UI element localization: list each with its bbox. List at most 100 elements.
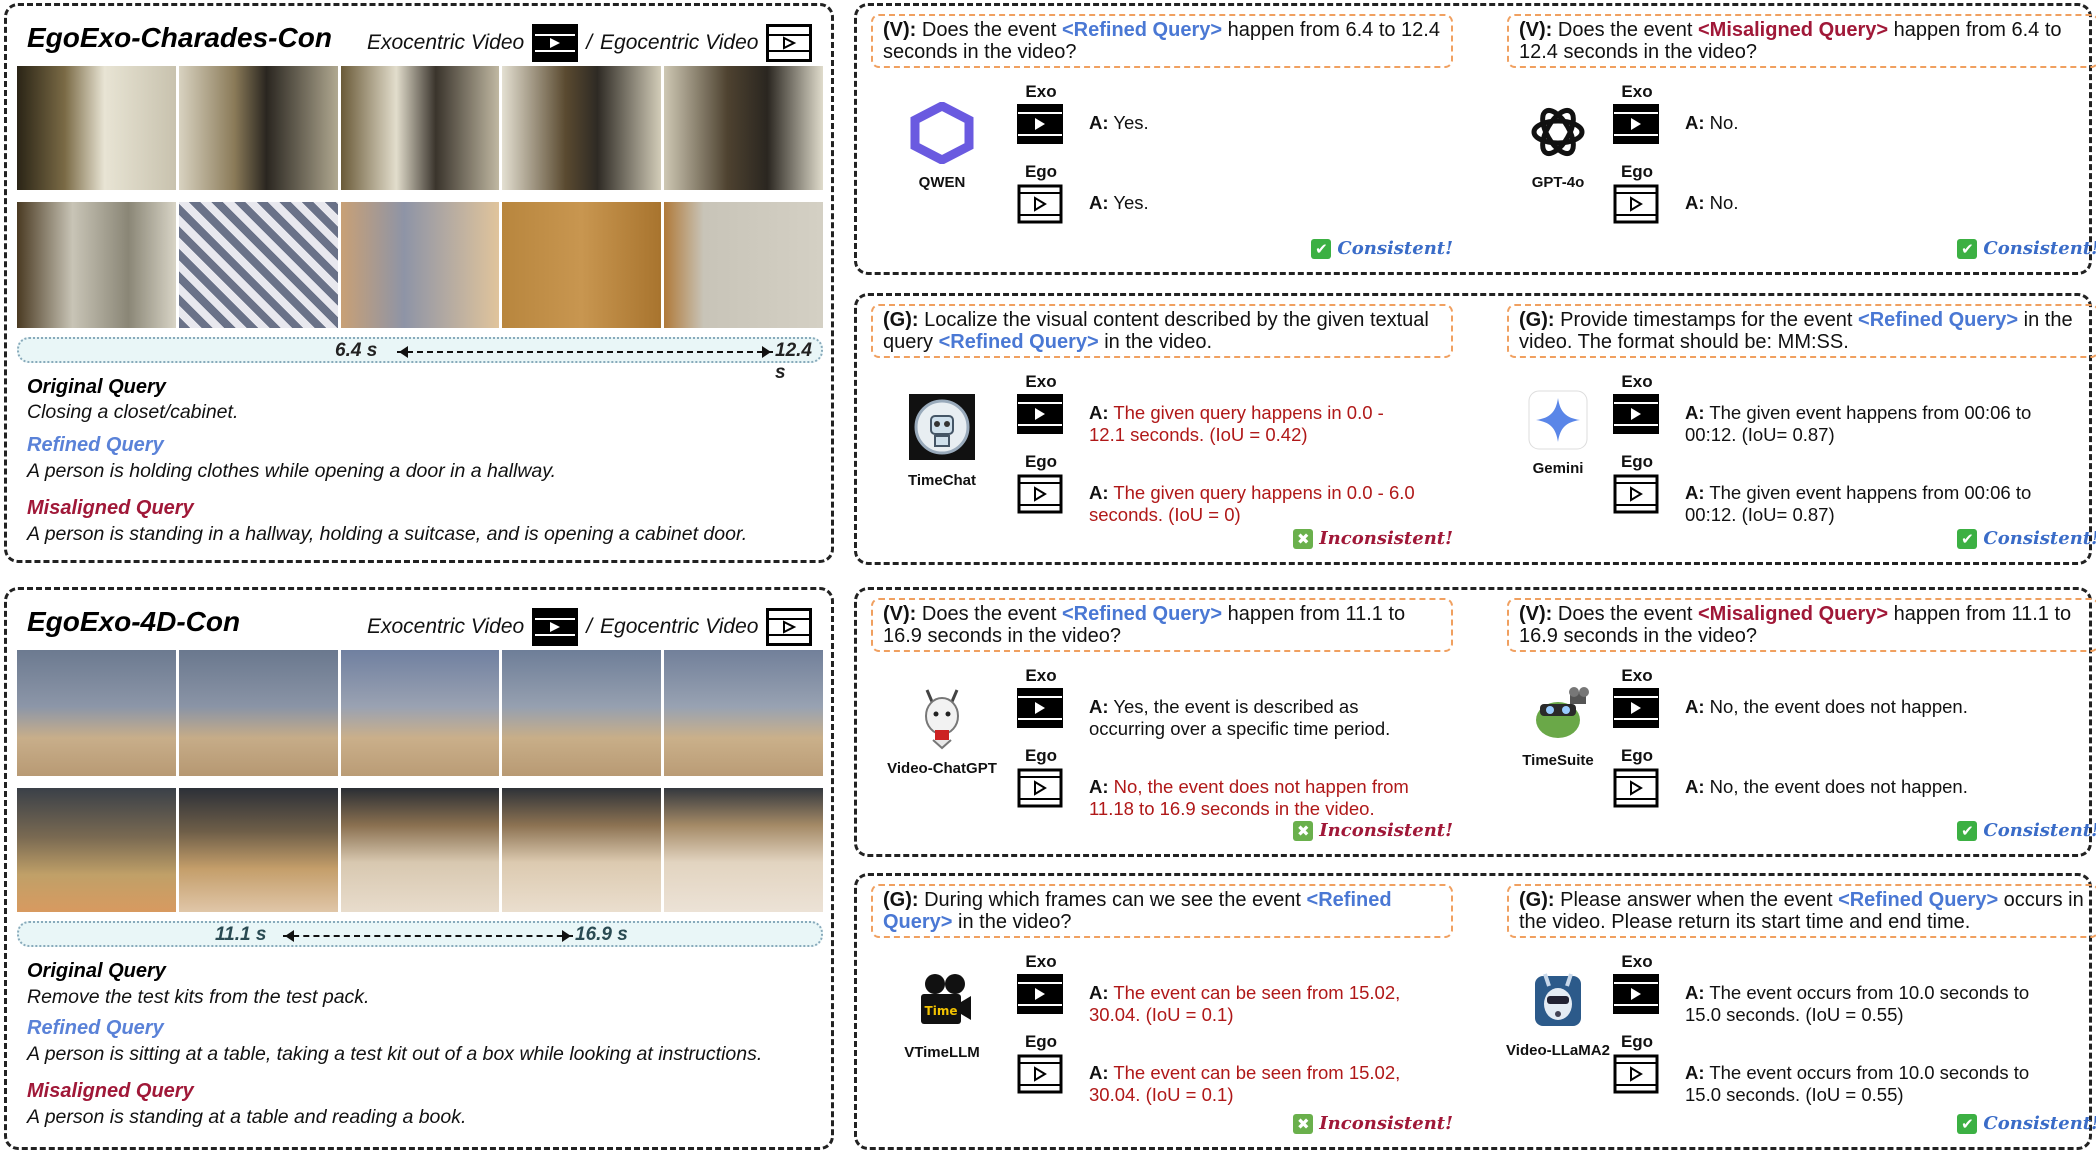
model-name: GPT-4o xyxy=(1531,174,1585,191)
exo-answer-text: No. xyxy=(1709,112,1739,133)
exo-answer: A: Yes, the event is described as occurr… xyxy=(1089,696,1419,740)
exo-answer: A: Yes. xyxy=(1089,112,1419,134)
question-text-post: in the video? xyxy=(952,911,1072,933)
model-block: Video-LLaMA2 xyxy=(1503,970,1613,1059)
dataset-panel-egoexo4d: EgoExo-4D-Con Exocentric Video / Egocent… xyxy=(4,587,834,1150)
gemini-logo-icon xyxy=(1503,390,1613,454)
verdict-text: Consistent! xyxy=(1337,238,1453,259)
comparison-panel: (V): Does the event <Refined Query> happ… xyxy=(854,3,2096,278)
exo-label: Exo xyxy=(1025,82,1057,101)
model-comparison-cell: (V): Does the event <Refined Query> happ… xyxy=(867,6,1457,278)
model-comparison-cell: (V): Does the event <Refined Query> happ… xyxy=(867,590,1457,860)
exo-answer-text: The event can be seen from 15.02, 30.04.… xyxy=(1089,982,1401,1025)
ego-video-icon xyxy=(1613,1054,1659,1094)
query-token: <Refined Query> xyxy=(938,331,1099,353)
video-frame xyxy=(17,66,176,190)
exo-answer: A: The event can be seen from 15.02, 30.… xyxy=(1089,982,1419,1026)
model-block: Time VTimeLLM xyxy=(867,972,1017,1061)
answer-prefix: A: xyxy=(1685,982,1705,1003)
video-frame xyxy=(502,66,662,190)
task-tag: (V): xyxy=(1519,19,1553,41)
ego-answer: A: The given query happens in 0.0 - 6.0 … xyxy=(1089,482,1419,526)
video-frame xyxy=(664,202,823,328)
query-token: <Refined Query> xyxy=(1838,889,1999,911)
answer-prefix: A: xyxy=(1089,112,1109,133)
task-tag: (V): xyxy=(883,603,917,625)
exo-answer-text: The event occurs from 10.0 seconds to 15… xyxy=(1685,982,2030,1025)
exo-label: Exo xyxy=(1621,372,1653,391)
question-box: (V): Does the event <Misaligned Query> h… xyxy=(1507,14,2096,68)
video-frame xyxy=(340,66,500,190)
video-separator: / xyxy=(586,31,593,54)
question-box: (V): Does the event <Misaligned Query> h… xyxy=(1507,598,2096,652)
exo-frame-strip xyxy=(17,66,823,190)
ego-video-icon xyxy=(766,24,813,62)
original-query-text: Closing a closet/cabinet. xyxy=(27,401,239,423)
timeline-arrow xyxy=(283,930,573,942)
video-frame xyxy=(502,650,662,776)
misaligned-query-heading: Misaligned Query xyxy=(27,497,194,519)
exo-label: Exo xyxy=(1621,666,1653,685)
ego-answer-text: No. xyxy=(1709,192,1739,213)
verdict-text: Consistent! xyxy=(1983,820,2096,841)
comparison-panel: (V): Does the event <Refined Query> happ… xyxy=(854,587,2096,860)
exo-video-label: Exocentric Video xyxy=(367,615,525,638)
exo-label: Exo xyxy=(1025,666,1057,685)
video-frame xyxy=(502,788,662,912)
ego-answer: A: Yes. xyxy=(1089,192,1419,214)
verdict-text: Consistent! xyxy=(1983,1113,2096,1134)
consistency-verdict: ✖ Inconsistent! xyxy=(1293,820,1453,841)
ego-video-icon xyxy=(1613,184,1659,224)
video-frame xyxy=(17,788,176,912)
timeline-end: 16.9 s xyxy=(575,924,628,945)
verdict-text: Consistent! xyxy=(1983,238,2096,259)
ego-video-icon xyxy=(766,608,813,646)
model-block: Gemini xyxy=(1503,390,1613,477)
exo-label: Exo xyxy=(1025,372,1057,391)
video-frame xyxy=(178,202,338,328)
verdict-text: Inconsistent! xyxy=(1319,820,1453,841)
consistency-verdict: ✔ Consistent! xyxy=(1957,238,2096,259)
refined-query-text: A person is sitting at a table, taking a… xyxy=(27,1043,763,1065)
question-box: (V): Does the event <Refined Query> happ… xyxy=(871,598,1453,652)
exo-video-icon xyxy=(1613,974,1659,1014)
model-comparison-cell: (G): Provide timestamps for the event <R… xyxy=(1503,296,2096,568)
video-frame xyxy=(664,66,823,190)
misaligned-query-text: A person is standing in a hallway, holdi… xyxy=(27,523,748,545)
ego-video-icon xyxy=(1017,1054,1063,1094)
exo-video-icon xyxy=(1613,688,1659,728)
gpt-4o-logo-icon xyxy=(1503,100,1613,168)
ego-answer: A: No, the event does not happen. xyxy=(1685,776,2055,798)
refined-query-text: A person is holding clothes while openin… xyxy=(27,460,556,482)
exo-answer-text: Yes. xyxy=(1113,112,1149,133)
query-token: <Refined Query> xyxy=(1858,309,2019,331)
check-icon: ✔ xyxy=(1957,1113,1978,1134)
model-name: Video-LLaMA2 xyxy=(1506,1042,1610,1059)
exo-answer-text: Yes, the event is described as occurring… xyxy=(1089,696,1391,739)
exo-video-icon xyxy=(1017,104,1063,144)
ego-answer-text: The event occurs from 10.0 seconds to 15… xyxy=(1685,1062,2030,1105)
original-query-heading: Original Query xyxy=(27,376,166,398)
comparison-panel: (G): During which frames can we see the … xyxy=(854,873,2096,1150)
video-frame xyxy=(340,788,500,912)
ego-label: Ego xyxy=(1024,452,1058,471)
exo-label: Exo xyxy=(1621,952,1653,971)
model-name: VTimeLLM xyxy=(904,1044,980,1061)
consistency-verdict: ✔ Consistent! xyxy=(1957,820,2096,841)
exo-frame-strip xyxy=(17,650,823,776)
exo-answer: A: No. xyxy=(1685,112,2055,134)
exo-video-icon xyxy=(532,24,579,62)
query-token: <Misaligned Query> xyxy=(1697,19,1889,41)
exo-answer-text: The given event happens from 00:06 to 00… xyxy=(1685,402,2032,445)
exo-label: Exo xyxy=(1621,82,1653,101)
model-comparison-cell: (V): Does the event <Misaligned Query> h… xyxy=(1503,6,2096,278)
consistency-verdict: ✖ Inconsistent! xyxy=(1293,1113,1453,1134)
cross-icon: ✖ xyxy=(1293,1113,1314,1134)
model-name: TimeSuite xyxy=(1522,752,1594,769)
ego-video-icon xyxy=(1017,768,1063,808)
ego-label: Ego xyxy=(1620,452,1654,471)
task-tag: (V): xyxy=(1519,603,1553,625)
exo-video-icon xyxy=(1017,394,1063,434)
exo-video-icon xyxy=(1613,394,1659,434)
answer-prefix: A: xyxy=(1685,1062,1705,1083)
